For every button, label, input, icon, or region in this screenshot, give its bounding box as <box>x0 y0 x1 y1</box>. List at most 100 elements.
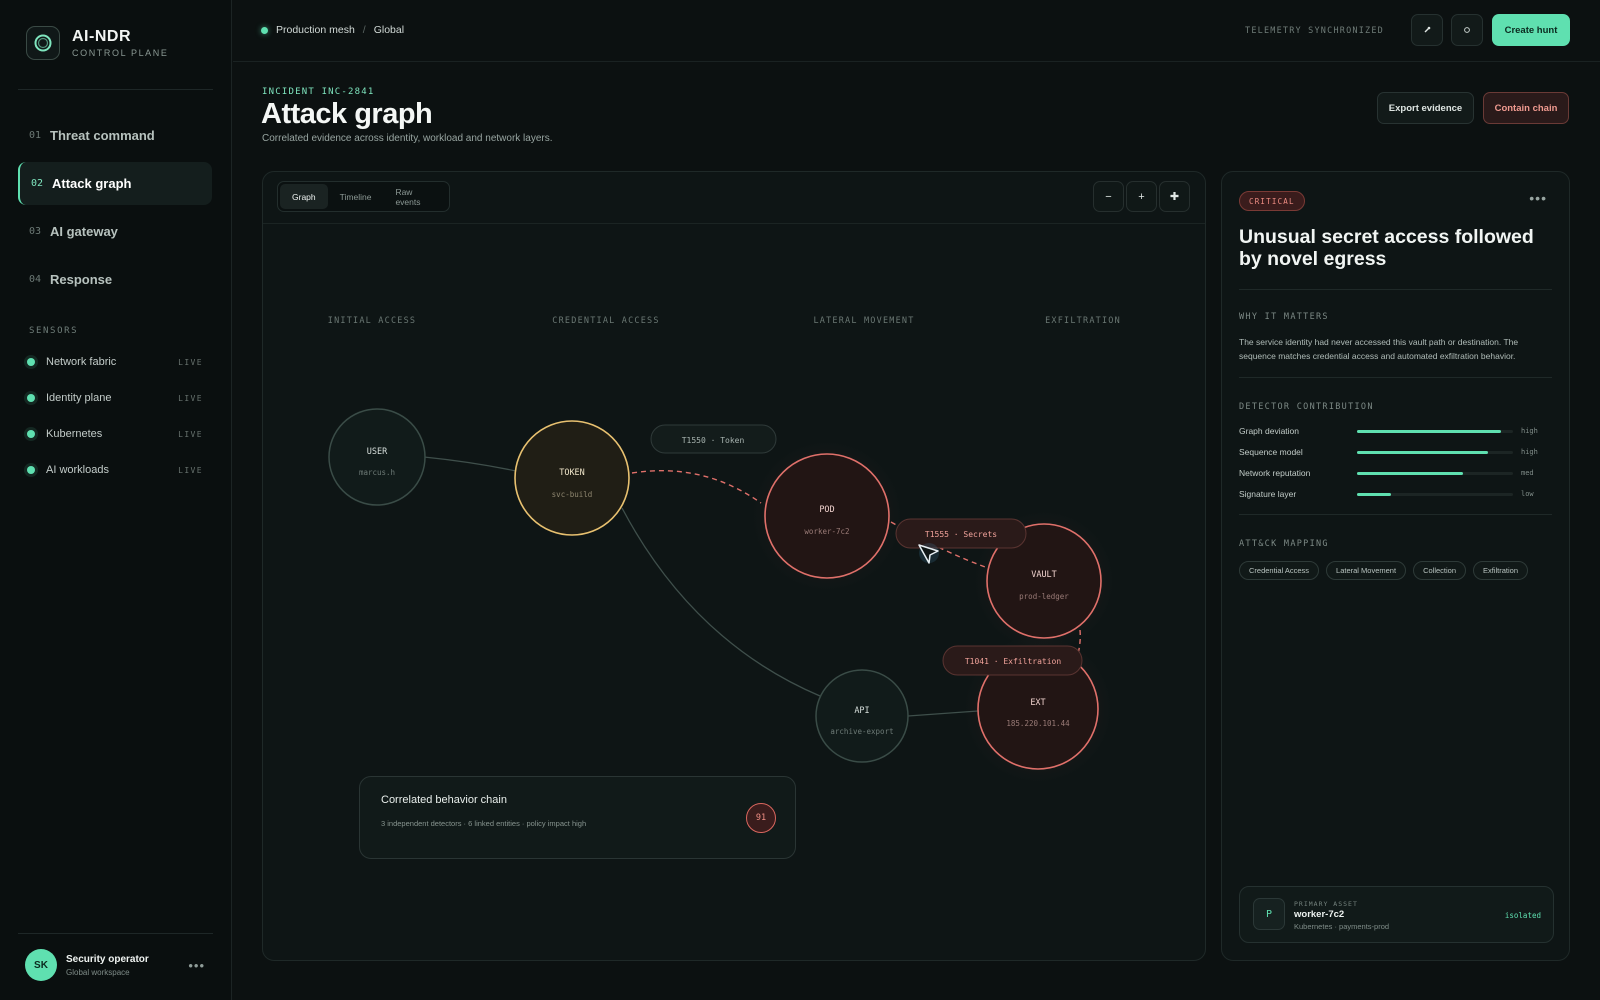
detector-bar <box>1357 429 1513 433</box>
detail-title: Unusual secret access followed by novel … <box>1239 226 1534 270</box>
node-user[interactable]: USER marcus.h <box>328 408 426 506</box>
incident-id: INCIDENT INC-2841 <box>262 87 375 97</box>
avatar: SK <box>25 949 57 981</box>
export-evidence-button[interactable]: Export evidence <box>1377 92 1474 124</box>
asset-meta: Kubernetes · payments-prod <box>1294 922 1390 931</box>
detector-bar <box>1357 471 1513 475</box>
primary-asset-card[interactable]: P PRIMARY ASSET worker-7c2 Kubernetes · … <box>1239 886 1554 943</box>
nav-item-number: 04 <box>29 274 42 285</box>
breadcrumb-scope[interactable]: Global <box>374 24 404 36</box>
edge-user-token <box>423 456 517 472</box>
section-title: ATT&CK MAPPING <box>1239 539 1329 549</box>
status-dot-icon <box>27 394 35 402</box>
brand-subtitle: CONTROL PLANE <box>72 48 169 58</box>
risk-score-badge: 91 <box>746 803 776 833</box>
asset-label: PRIMARY ASSET <box>1294 900 1358 908</box>
detector-bar <box>1357 492 1513 496</box>
divider <box>1239 377 1552 378</box>
edge-label-exfiltration[interactable]: T1041 · Exfiltration <box>942 645 1083 676</box>
node-token[interactable]: TOKEN svc-build <box>514 420 630 536</box>
nav-item-label: Attack graph <box>52 176 132 191</box>
detector-bar-fill <box>1357 429 1501 433</box>
breadcrumb: Production mesh / Global <box>261 24 404 36</box>
telemetry-status: TELEMETRY SYNCHRONIZED <box>1245 26 1384 36</box>
status-dot-icon <box>261 26 268 34</box>
attack-tag[interactable]: Lateral Movement <box>1326 561 1407 580</box>
nav-item-label: Threat command <box>50 128 155 143</box>
node-pod[interactable]: POD worker-7c2 <box>752 441 902 591</box>
nav-item-number: 03 <box>29 226 42 237</box>
brand-name: AI-NDR <box>72 28 131 45</box>
why-text: The service identity had never accessed … <box>1239 337 1519 361</box>
node-api[interactable]: API archive-export <box>815 669 909 763</box>
detector-row: Network reputation med <box>1239 467 1539 479</box>
severity-badge: CRITICAL <box>1239 191 1305 211</box>
sensor-status: LIVE <box>178 393 203 403</box>
sensor-kubernetes[interactable]: Kubernetes LIVE <box>27 425 203 443</box>
node-label: API <box>854 706 869 716</box>
graph-panel: Graph Timeline Raw events − + ✚ INITIAL … <box>262 171 1206 961</box>
phase-label: CREDENTIAL ACCESS <box>552 316 659 326</box>
create-hunt-button[interactable]: Create hunt <box>1492 14 1570 46</box>
status-dot-icon <box>27 430 35 438</box>
asset-icon: P <box>1253 898 1285 930</box>
nav-item-ai-gateway[interactable]: 03 AI gateway <box>18 210 212 253</box>
attack-tag[interactable]: Exfiltration <box>1473 561 1529 580</box>
node-label: POD <box>819 505 834 515</box>
brand[interactable]: AI-NDR CONTROL PLANE <box>26 26 168 60</box>
detector-name: Graph deviation <box>1239 426 1300 436</box>
attack-tag[interactable]: Credential Access <box>1239 561 1320 580</box>
sensor-identity-plane[interactable]: Identity plane LIVE <box>27 389 203 407</box>
status-dot-icon <box>27 466 35 474</box>
breadcrumb-mesh[interactable]: Production mesh <box>276 24 355 36</box>
circle-icon <box>1464 27 1470 33</box>
status-button[interactable] <box>1451 14 1483 46</box>
pin-button[interactable] <box>1411 14 1443 46</box>
divider <box>18 933 213 934</box>
sidebar: AI-NDR CONTROL PLANE 01 Threat command 0… <box>0 0 232 1000</box>
sensor-network-fabric[interactable]: Network fabric LIVE <box>27 353 203 371</box>
edge-label-token[interactable]: T1550 · Token <box>650 424 777 454</box>
nav-item-threat-command[interactable]: 01 Threat command <box>18 114 212 157</box>
cursor-icon <box>918 543 939 564</box>
contain-chain-button[interactable]: Contain chain <box>1483 92 1569 124</box>
phase-label: EXFILTRATION <box>1045 316 1121 326</box>
phase-label: INITIAL ACCESS <box>328 316 416 326</box>
detector-bar-fill <box>1357 450 1488 454</box>
user-card[interactable]: SK Security operator Global workspace ••… <box>25 949 205 981</box>
nav-item-response[interactable]: 04 Response <box>18 258 212 301</box>
correlation-card[interactable]: Correlated behavior chain 3 independent … <box>359 776 796 859</box>
nav-item-label: Response <box>50 272 113 287</box>
edge-label-text: T1555 · Secrets <box>925 530 997 539</box>
detector-level: high <box>1521 427 1538 435</box>
more-icon[interactable]: ••• <box>1529 190 1547 206</box>
detector-name: Sequence model <box>1239 447 1303 457</box>
edge-label-secrets[interactable]: T1555 · Secrets <box>895 518 1027 549</box>
attack-tag[interactable]: Collection <box>1413 561 1466 580</box>
detector-name: Network reputation <box>1239 468 1311 478</box>
node-label: EXT <box>1030 698 1045 708</box>
nav-item-attack-graph[interactable]: 02 Attack graph <box>18 162 212 205</box>
detector-level: med <box>1521 469 1534 477</box>
edge-label-text: T1550 · Token <box>682 436 745 445</box>
divider <box>1239 289 1552 290</box>
topbar: Production mesh / Global TELEMETRY SYNCH… <box>233 0 1600 62</box>
node-label: VAULT <box>1031 570 1057 580</box>
more-icon[interactable]: ••• <box>188 958 205 973</box>
sensor-name: AI workloads <box>46 464 109 476</box>
sensor-ai-workloads[interactable]: AI workloads LIVE <box>27 461 203 479</box>
detector-level: low <box>1521 490 1534 498</box>
detector-name: Signature layer <box>1239 489 1297 499</box>
detail-panel: CRITICAL ••• Unusual secret access follo… <box>1221 171 1570 961</box>
sensors-heading: SENSORS <box>29 326 79 336</box>
sensor-name: Identity plane <box>46 392 112 404</box>
edge-label-text: T1041 · Exfiltration <box>965 657 1062 666</box>
pin-icon <box>1424 26 1431 33</box>
detector-row: Signature layer low <box>1239 488 1539 500</box>
divider <box>1239 514 1552 515</box>
divider <box>18 89 213 90</box>
edge-token-pod <box>631 470 762 504</box>
node-sub: worker-7c2 <box>804 527 849 536</box>
asset-name: worker-7c2 <box>1294 909 1345 920</box>
breadcrumb-separator: / <box>362 24 366 36</box>
